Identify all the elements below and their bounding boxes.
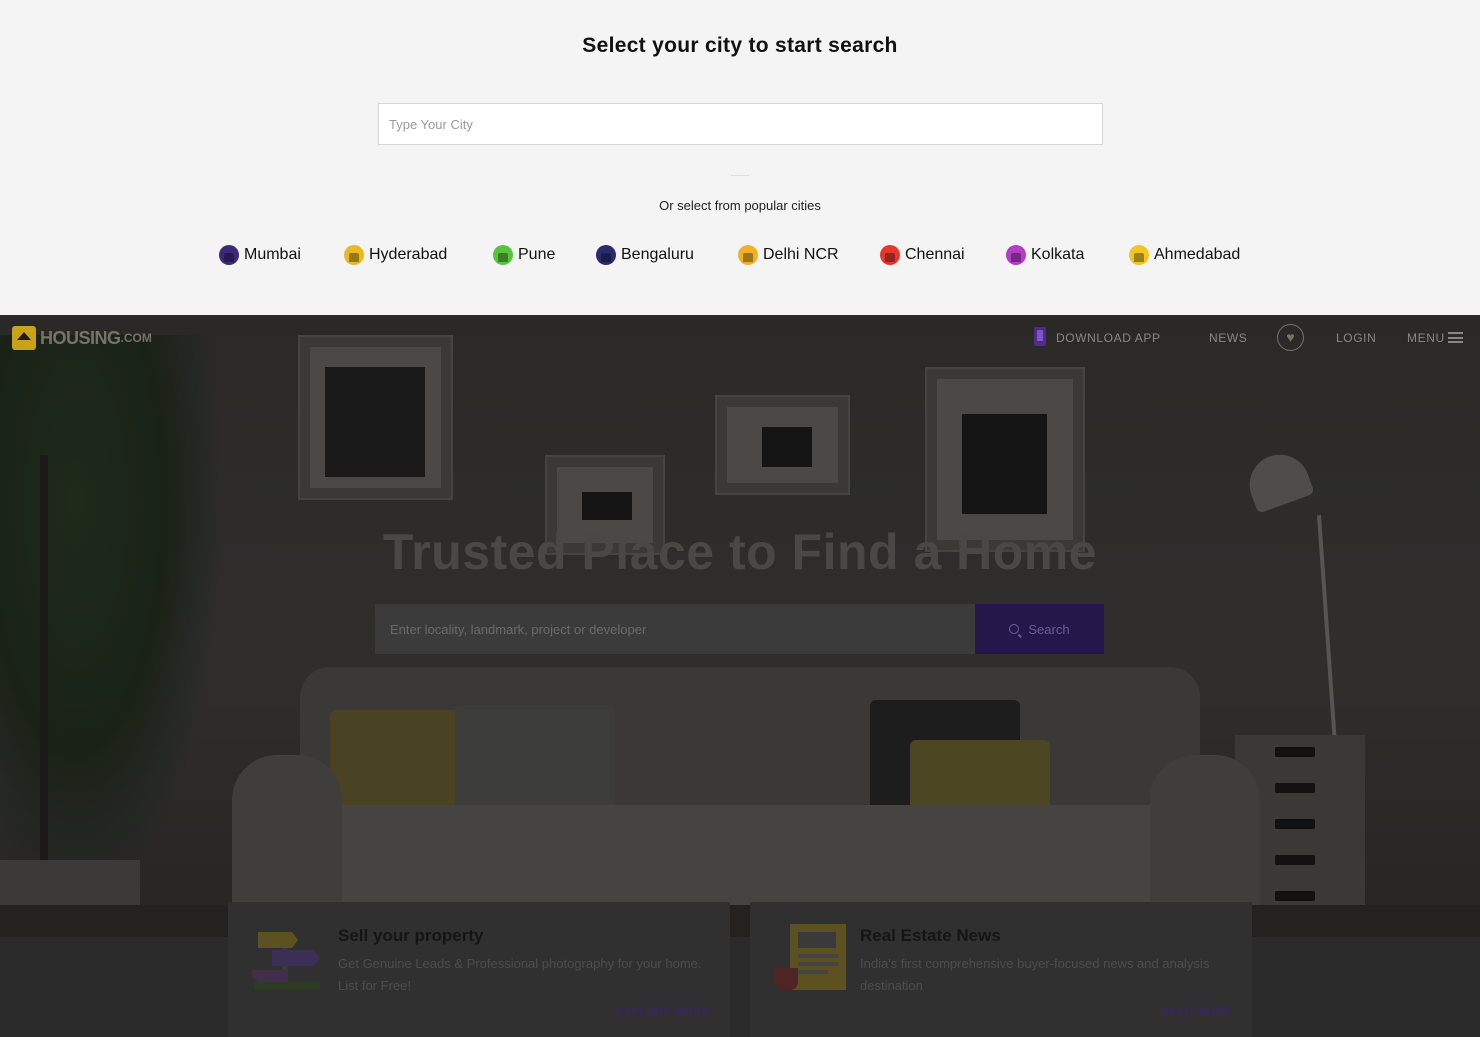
sofa-seat (310, 805, 1170, 905)
city-selector-panel: Select your city to start search Or sele… (0, 0, 1480, 315)
city-name: Ahmedabad (1154, 246, 1241, 263)
city-option-kolkata[interactable]: Kolkata (1006, 244, 1084, 266)
mumbai-icon (219, 245, 239, 265)
city-name: Bengaluru (621, 246, 694, 263)
download-app-link[interactable]: DOWNLOAD APP (1056, 331, 1161, 345)
kolkata-icon (1006, 245, 1026, 265)
sell-property-card: Sell your property Get Genuine Leads & P… (228, 902, 730, 1037)
hamburger-menu-icon[interactable] (1448, 332, 1463, 343)
card-title: Sell your property (338, 926, 484, 945)
search-icon (1009, 624, 1020, 634)
cushion (330, 710, 460, 810)
pune-icon (493, 245, 513, 265)
floor (0, 905, 1480, 937)
city-name: Mumbai (244, 246, 301, 263)
logo-suffix: .COM (120, 331, 152, 345)
plant-trunk (40, 455, 48, 875)
wall-frame (298, 335, 453, 500)
shortlist-heart-icon[interactable]: ♥ (1277, 324, 1304, 351)
search-button-label: Search (1028, 621, 1070, 637)
divider (731, 175, 749, 176)
logo-text: HOUSING (40, 327, 121, 348)
top-navigation: HOUSING .COM DOWNLOAD APP NEWS ♥ LOGIN M… (0, 315, 1480, 359)
city-name: Chennai (905, 246, 965, 263)
wall-frame (715, 395, 850, 495)
ahmedabad-icon (1129, 245, 1149, 265)
news-link[interactable]: NEWS (1209, 331, 1247, 345)
read-more-link[interactable]: READ MORE (1160, 1006, 1232, 1018)
city-option-bengaluru[interactable]: Bengaluru (596, 244, 694, 266)
card-description: Get Genuine Leads & Professional photogr… (338, 956, 702, 993)
hyderabad-icon (344, 245, 364, 265)
card-title: Real Estate News (860, 926, 1001, 945)
real-estate-news-card: Real Estate News India's first comprehen… (750, 902, 1252, 1037)
popular-city-list: Mumbai Hyderabad Pune Bengaluru Delhi NC… (0, 244, 1480, 266)
bengaluru-icon (596, 245, 616, 265)
city-name: Pune (518, 246, 556, 263)
housing-logo[interactable]: HOUSING .COM (12, 326, 152, 350)
city-selector-title: Select your city to start search (582, 34, 898, 57)
city-option-pune[interactable]: Pune (493, 244, 555, 266)
newspaper-icon (774, 924, 846, 990)
lower-section (0, 937, 1480, 1037)
search-button[interactable]: Search (975, 604, 1104, 654)
delhi-ncr-icon (738, 245, 758, 265)
menu-link[interactable]: MENU (1407, 331, 1445, 345)
chennai-icon (880, 245, 900, 265)
popular-cities-label: Or select from popular cities (659, 198, 821, 213)
plant-decoration (0, 335, 220, 895)
cushion (455, 705, 615, 815)
city-name: Delhi NCR (763, 246, 839, 263)
city-name: Kolkata (1031, 246, 1085, 263)
explore-more-link[interactable]: EXPLORE MORE (615, 1006, 710, 1018)
signpost-icon (252, 932, 320, 990)
city-option-delhi-ncr[interactable]: Delhi NCR (738, 244, 839, 266)
hero-section: HOUSING .COM DOWNLOAD APP NEWS ♥ LOGIN M… (0, 315, 1480, 937)
city-option-mumbai[interactable]: Mumbai (219, 244, 301, 266)
hero-title: Trusted Place to Find a Home (382, 524, 1098, 580)
mobile-phone-icon (1034, 327, 1046, 346)
city-option-chennai[interactable]: Chennai (880, 244, 965, 266)
lamp-decoration (1241, 446, 1315, 514)
cushion (910, 740, 1050, 815)
city-name: Hyderabad (369, 246, 448, 263)
login-link[interactable]: LOGIN (1336, 331, 1376, 345)
card-description: India's first comprehensive buyer-focuse… (860, 956, 1210, 993)
house-logo-icon (12, 326, 36, 350)
city-search-input[interactable] (378, 103, 1103, 145)
city-option-hyderabad[interactable]: Hyderabad (344, 244, 447, 266)
city-option-ahmedabad[interactable]: Ahmedabad (1129, 244, 1240, 266)
locality-search-input[interactable] (375, 604, 975, 654)
